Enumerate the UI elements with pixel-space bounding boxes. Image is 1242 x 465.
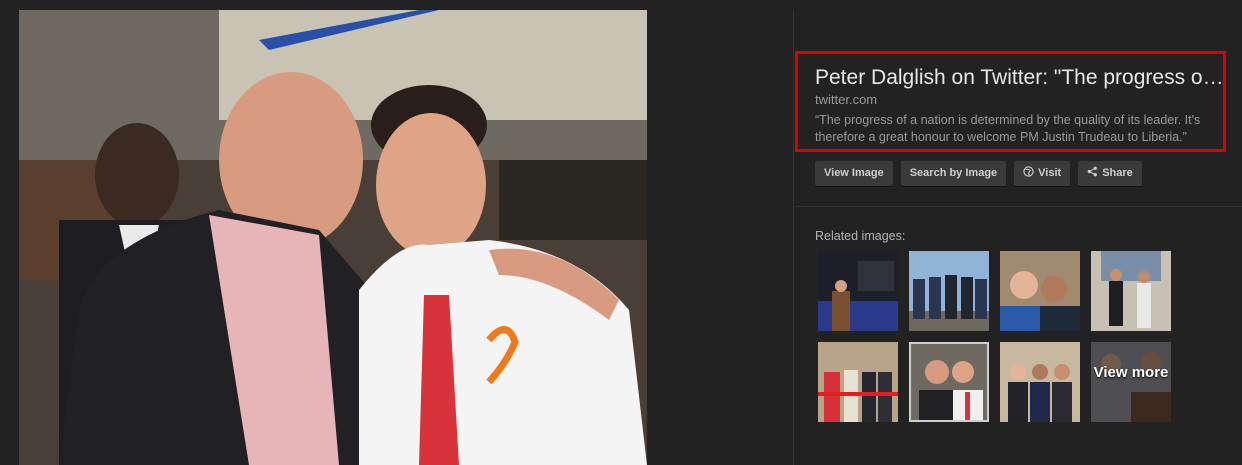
view-more-tile[interactable]: View more (1091, 342, 1171, 422)
view-image-button[interactable]: View Image (815, 161, 893, 186)
related-image-1[interactable] (818, 251, 898, 331)
view-more-label: View more (1093, 364, 1169, 381)
section-divider (795, 206, 1242, 207)
search-by-image-button[interactable]: Search by Image (900, 161, 1007, 186)
result-title[interactable]: Peter Dalglish on Twitter: "The progress… (815, 65, 1225, 91)
search-by-image-label: Search by Image (909, 167, 998, 179)
related-image-5[interactable] (818, 342, 898, 422)
related-image-7[interactable] (1000, 342, 1080, 422)
related-image-4[interactable] (1091, 251, 1171, 331)
share-button[interactable]: Share (1078, 161, 1142, 186)
related-image-6-selected[interactable] (909, 342, 989, 422)
view-image-label: View Image (824, 167, 884, 179)
related-images-label: Related images: (815, 229, 906, 243)
result-domain: twitter.com (815, 92, 878, 107)
related-images-grid: View more (818, 251, 1178, 422)
related-image-2[interactable] (909, 251, 989, 331)
share-label: Share (1102, 167, 1133, 179)
visit-button[interactable]: Visit (1014, 161, 1071, 186)
related-image-3[interactable] (1000, 251, 1080, 331)
panel-divider (793, 10, 794, 465)
globe-icon (1023, 161, 1034, 186)
main-image[interactable] (19, 10, 647, 465)
share-icon (1087, 161, 1098, 186)
result-description: “The progress of a nation is determined … (815, 113, 1201, 144)
visit-label: Visit (1038, 167, 1062, 179)
action-buttons: View Image Search by Image Visit Share (815, 161, 1142, 187)
